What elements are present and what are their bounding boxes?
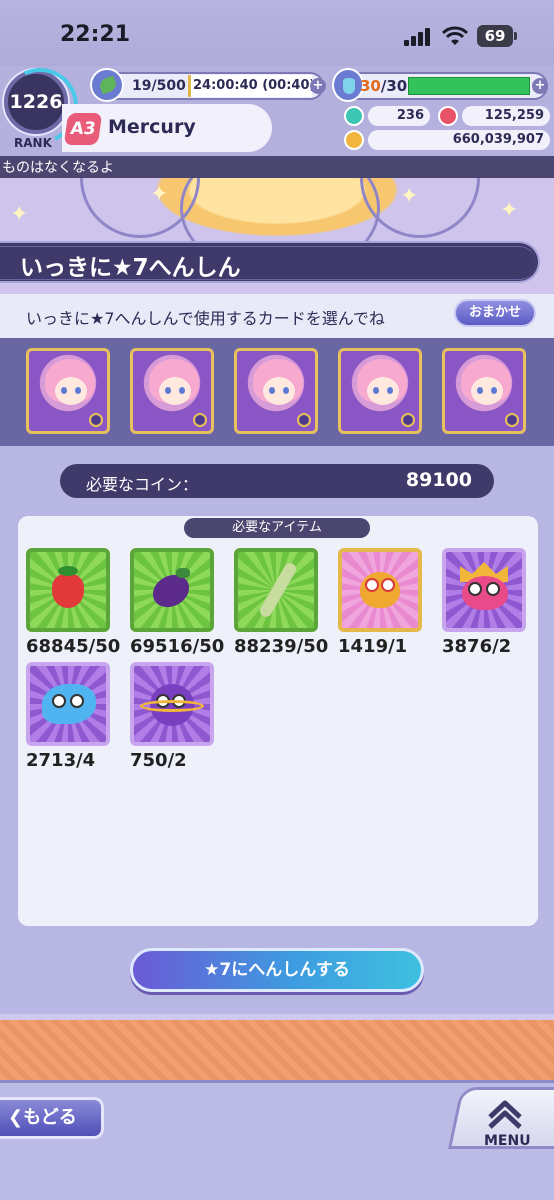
player-name-panel[interactable]: A3 Mercury <box>62 104 272 152</box>
item-count: 3876/2 <box>442 636 512 657</box>
coin-icon <box>344 130 364 150</box>
eggplant-icon <box>130 548 214 632</box>
instruction-text: いっきに★7へんしんで使用するカードを選んでね <box>26 309 385 328</box>
footer-decoration <box>0 1014 554 1080</box>
item-purple-puyo[interactable]: 750/2 <box>122 662 216 778</box>
back-chevron-icon: ❮ <box>8 1107 24 1128</box>
resource-panel: 236 125,259 660,039,907 <box>338 104 550 156</box>
coin-count: 660,039,907 <box>368 130 550 150</box>
selected-cards-row <box>0 338 554 446</box>
menu-chevron-icon <box>488 1100 522 1129</box>
item-count: 69516/50 <box>130 636 225 657</box>
required-coin-bar: 必要なコイン： 89100 <box>60 464 494 498</box>
item-strawberry[interactable]: 68845/50 <box>18 548 120 664</box>
evolve-star7-button[interactable]: ★7にへんしんする <box>130 948 424 992</box>
bottle-plus-button[interactable]: + <box>532 78 548 94</box>
player-badge: A3 <box>63 113 103 145</box>
news-ticker: ものはなくなるよ <box>0 156 554 178</box>
item-red-puyo[interactable]: 1419/1 <box>330 548 424 664</box>
status-time: 22:21 <box>60 22 131 47</box>
item-count: 1419/1 <box>338 636 408 657</box>
bottle-max: /30 <box>380 77 408 95</box>
card-slot-3[interactable] <box>234 348 318 434</box>
magic-stone-icon <box>344 106 364 126</box>
rank-label: RANK <box>14 136 52 150</box>
item-count: 750/2 <box>130 750 187 771</box>
item-blue-puyo[interactable]: 2713/4 <box>18 662 112 778</box>
stamina-bar[interactable]: 19/500 24:00:40 (00:40) + <box>90 68 326 102</box>
leaf-stamina-icon <box>90 68 124 102</box>
item-count: 2713/4 <box>26 750 96 771</box>
stamina-plus-button[interactable]: + <box>310 78 326 94</box>
item-eggplant[interactable]: 69516/50 <box>122 548 224 664</box>
rank-value: 1226 <box>9 91 63 113</box>
instruction-bar: いっきに★7へんしんで使用するカードを選んでね おまかせ <box>0 294 554 338</box>
page-title-bar: いっきに★7へんしん <box>0 241 540 283</box>
rank-badge[interactable]: 1226 <box>4 70 68 134</box>
stamina-timer: 24:00:40 (00:40) <box>188 75 312 97</box>
item-count: 68845/50 <box>26 636 121 657</box>
item-count: 88239/50 <box>234 636 329 657</box>
card-slot-1[interactable] <box>26 348 110 434</box>
blue-puyo-icon <box>26 662 110 746</box>
card-slot-4[interactable] <box>338 348 422 434</box>
player-name: Mercury <box>108 116 196 138</box>
card-slot-5[interactable] <box>442 348 526 434</box>
ruby-icon <box>438 106 458 126</box>
news-ticker-text: ものはなくなるよ <box>2 160 114 176</box>
item-asparagus[interactable]: 88239/50 <box>226 548 328 664</box>
page-title: いっきに★7へんしん <box>20 255 241 281</box>
card-slot-2[interactable] <box>130 348 214 434</box>
stone-count: 125,259 <box>462 106 550 126</box>
bottle-count: 30/30 <box>360 77 407 95</box>
bottle-bar[interactable]: 30/30 + <box>332 68 548 102</box>
bottle-gauge <box>408 77 530 95</box>
stamina-count: 19/500 <box>132 78 186 94</box>
crown-puyo-icon <box>442 548 526 632</box>
wifi-icon <box>442 26 468 45</box>
asparagus-icon <box>234 548 318 632</box>
back-label: もどる <box>23 1107 77 1128</box>
required-items-header: 必要なアイテム <box>184 518 370 538</box>
required-items-panel: 必要なアイテム 68845/50 69516/50 88239/50 1419/… <box>18 516 538 926</box>
cellular-signal-icon <box>404 28 430 46</box>
back-button[interactable]: ❮もどる <box>0 1097 104 1139</box>
purple-puyo-icon <box>130 662 214 746</box>
auto-select-button[interactable]: おまかせ <box>454 299 536 327</box>
menu-label: MENU <box>484 1133 531 1149</box>
footer-nav: ❮もどる MENU <box>0 1080 554 1200</box>
battery-icon: 69 <box>477 25 517 47</box>
required-coin-value: 89100 <box>405 469 472 491</box>
gem-count: 236 <box>368 106 430 126</box>
bottle-current: 30 <box>360 77 381 95</box>
status-bar: 22:21 69 <box>0 0 554 66</box>
player-header: 1226 RANK 19/500 24:00:40 (00:40) + 30/3… <box>0 66 554 156</box>
requirements-area: 必要なコイン： 89100 必要なアイテム 68845/50 69516/50 … <box>0 446 554 1014</box>
required-coin-label: 必要なコイン： <box>86 475 199 494</box>
strawberry-icon <box>26 548 110 632</box>
red-puyo-icon <box>338 548 422 632</box>
item-crown-puyo[interactable]: 3876/2 <box>434 548 528 664</box>
